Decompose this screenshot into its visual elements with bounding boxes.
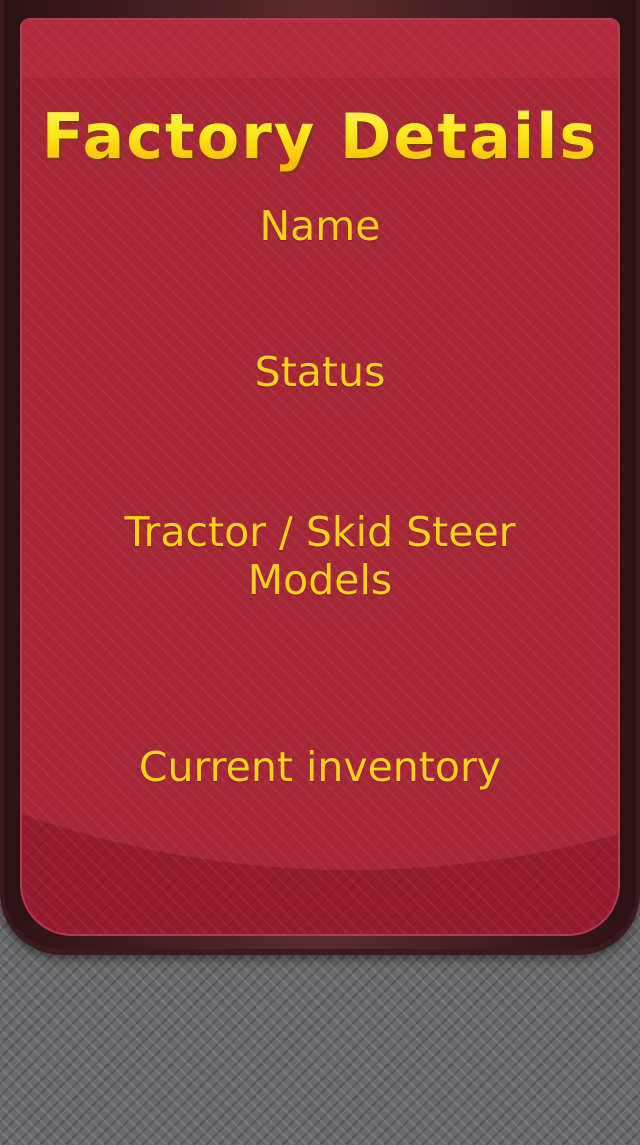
page-title: Factory Details — [0, 100, 640, 173]
field-status[interactable]: Status — [0, 348, 640, 396]
field-name[interactable]: Name — [0, 202, 640, 250]
field-models[interactable]: Tractor / Skid Steer Models — [100, 508, 540, 604]
panel-top-band — [22, 20, 618, 78]
field-inventory[interactable]: Current inventory — [0, 743, 640, 791]
